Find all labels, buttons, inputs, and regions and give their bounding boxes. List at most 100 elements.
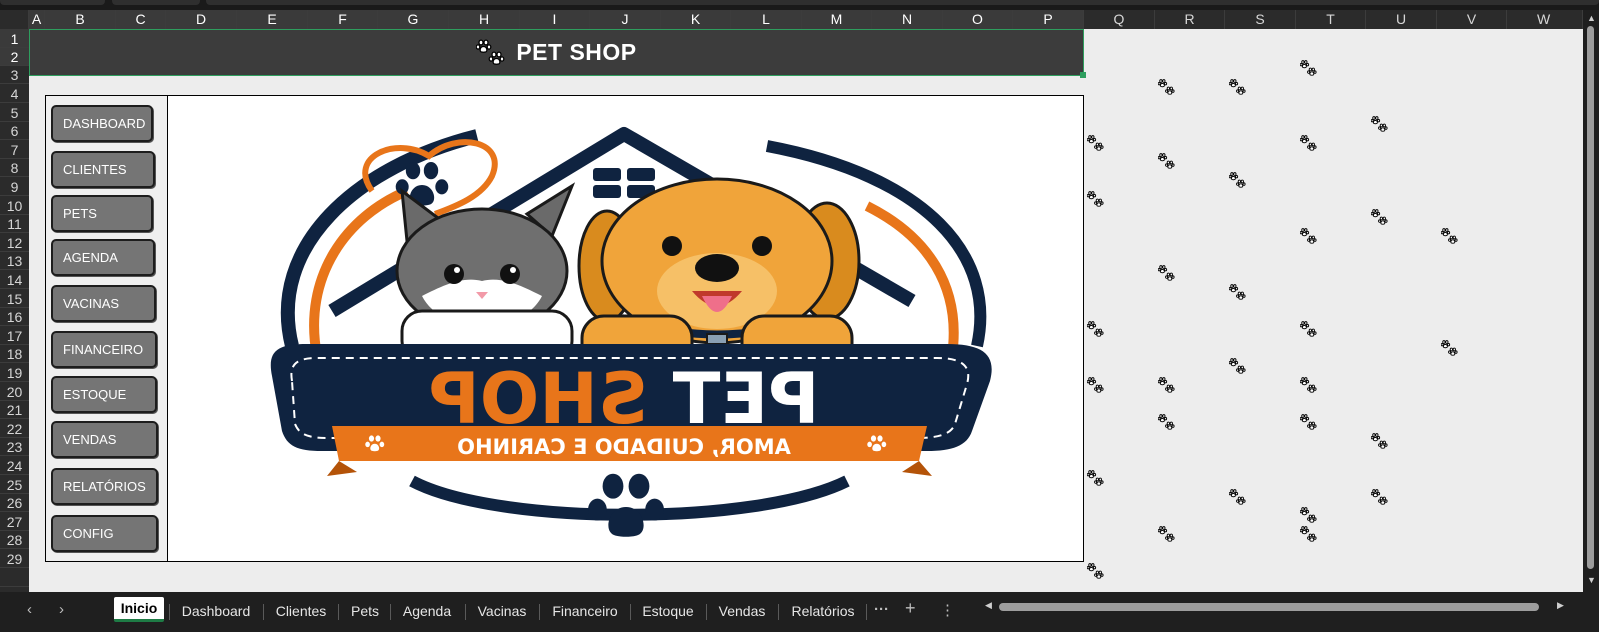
column-header[interactable]: U — [1366, 10, 1437, 29]
column-header[interactable]: H — [449, 10, 520, 29]
tab-agenda[interactable]: Agenda — [397, 599, 457, 623]
column-header[interactable]: T — [1296, 10, 1366, 29]
worksheet-grid[interactable]: PET SHOP DASHBOARD CLIENTES PETS AGENDA … — [29, 29, 1583, 592]
scroll-right-icon[interactable]: ▶ — [1557, 600, 1564, 611]
row-header[interactable]: 11 — [0, 215, 29, 233]
paw-icon — [1158, 414, 1175, 431]
row-header[interactable]: 24 — [0, 456, 29, 475]
row-header[interactable]: 5 — [0, 103, 29, 122]
nav-button-pets[interactable]: PETS — [51, 195, 153, 232]
row-header[interactable]: 9 — [0, 177, 29, 196]
column-header[interactable]: O — [943, 10, 1013, 29]
row-header[interactable]: 25 — [0, 475, 29, 494]
row-header[interactable]: 10 — [0, 196, 29, 215]
column-header[interactable]: R — [1155, 10, 1225, 29]
row-header[interactable]: 15 — [0, 289, 29, 308]
column-header[interactable]: E — [237, 10, 308, 29]
selection-fill-handle[interactable] — [1080, 72, 1086, 78]
row-header[interactable]: 28 — [0, 531, 29, 549]
logo-illustration: PET SHOP AMOR, CUIDADO E CARINHO — [270, 127, 992, 537]
nav-button-vacinas[interactable]: VACINAS — [51, 285, 156, 322]
tab-vacinas[interactable]: Vacinas — [472, 599, 532, 623]
column-header[interactable]: S — [1225, 10, 1296, 29]
tab-pets[interactable]: Pets — [346, 599, 384, 623]
select-all-corner[interactable] — [0, 10, 29, 29]
more-sheets-icon[interactable]: ··· — [874, 601, 889, 618]
row-header[interactable]: 12 — [0, 233, 29, 252]
next-sheet-icon[interactable]: › — [59, 601, 64, 618]
nav-button-financeiro[interactable]: FINANCEIRO — [51, 331, 157, 368]
row-header[interactable]: 23 — [0, 438, 29, 456]
column-header[interactable]: B — [45, 10, 116, 29]
nav-button-clientes[interactable]: CLIENTES — [51, 151, 155, 188]
row-header[interactable]: 18 — [0, 345, 29, 363]
row-header[interactable]: 21 — [0, 401, 29, 419]
column-header[interactable]: P — [1013, 10, 1084, 29]
row-header[interactable]: 1 — [0, 29, 29, 48]
row-header[interactable]: 3 — [0, 66, 29, 84]
column-header[interactable]: M — [802, 10, 872, 29]
vertical-scroll-thumb[interactable] — [1587, 26, 1594, 569]
column-header[interactable]: C — [116, 10, 166, 29]
nav-button-estoque[interactable]: ESTOQUE — [51, 376, 157, 413]
row-header[interactable]: 19 — [0, 363, 29, 382]
column-header[interactable]: D — [166, 10, 237, 29]
title-banner[interactable]: PET SHOP — [29, 29, 1084, 76]
nav-button-vendas[interactable]: VENDAS — [51, 421, 158, 458]
sheet-options-icon[interactable]: ⋮ — [940, 601, 955, 619]
paw-icon — [476, 38, 505, 65]
tab-financeiro[interactable]: Financeiro — [547, 599, 623, 623]
nav-button-agenda[interactable]: AGENDA — [51, 239, 155, 276]
column-header[interactable]: N — [872, 10, 943, 29]
row-header[interactable]: 26 — [0, 494, 29, 512]
row-header[interactable]: 29 — [0, 549, 29, 568]
column-header[interactable]: I — [520, 10, 590, 29]
row-header[interactable]: 22 — [0, 419, 29, 438]
add-sheet-icon[interactable]: + — [905, 598, 916, 619]
column-header[interactable]: Q — [1084, 10, 1155, 29]
tab-separator — [465, 604, 466, 620]
formula-bar-fragment — [206, 0, 1599, 5]
tab-vendas[interactable]: Vendas — [713, 599, 771, 623]
row-header[interactable]: 13 — [0, 252, 29, 270]
tab-dashboard[interactable]: Dashboard — [178, 599, 254, 623]
scroll-down-icon[interactable]: ▼ — [1587, 575, 1596, 585]
row-header[interactable]: 14 — [0, 270, 29, 289]
column-header[interactable]: K — [661, 10, 731, 29]
column-header[interactable]: W — [1507, 10, 1583, 29]
scroll-left-icon[interactable]: ◀ — [985, 600, 992, 611]
previous-sheet-icon[interactable]: ‹ — [27, 601, 32, 618]
column-header[interactable]: J — [590, 10, 661, 29]
paw-icon — [1441, 228, 1458, 245]
tab-estoque[interactable]: Estoque — [637, 599, 699, 623]
row-header[interactable]: 4 — [0, 84, 29, 103]
paw-icon — [1087, 321, 1104, 338]
row-header[interactable]: 16 — [0, 308, 29, 326]
scroll-up-icon[interactable]: ▲ — [1587, 13, 1596, 23]
column-header[interactable]: F — [308, 10, 378, 29]
paw-icon — [1158, 79, 1175, 96]
paw-icon — [1300, 135, 1317, 152]
row-header[interactable]: 6 — [0, 122, 29, 140]
paw-icon — [1087, 377, 1104, 394]
row-header[interactable]: 17 — [0, 326, 29, 345]
row-header[interactable]: 27 — [0, 512, 29, 531]
column-header[interactable]: L — [731, 10, 802, 29]
nav-button-config[interactable]: CONFIG — [51, 515, 158, 552]
row-header[interactable]: 7 — [0, 140, 29, 159]
column-header[interactable]: A — [29, 10, 45, 29]
row-header[interactable]: 2 — [0, 48, 29, 66]
horizontal-scroll-thumb[interactable] — [999, 603, 1539, 611]
column-header[interactable]: V — [1437, 10, 1507, 29]
nav-button-relatorios[interactable]: RELATÓRIOS — [51, 468, 158, 505]
row-header[interactable]: 8 — [0, 159, 29, 177]
tab-clientes[interactable]: Clientes — [271, 599, 331, 623]
column-header[interactable]: G — [378, 10, 449, 29]
horizontal-scrollbar[interactable]: ◀ ▶ — [985, 600, 1565, 613]
tab-relatorios[interactable]: Relatórios — [785, 599, 861, 623]
vertical-scrollbar[interactable]: ▲ ▼ — [1583, 10, 1599, 592]
tab-inicio[interactable]: Inicio — [114, 597, 164, 622]
paw-icon — [1371, 116, 1388, 133]
row-header[interactable]: 20 — [0, 382, 29, 401]
nav-button-dashboard[interactable]: DASHBOARD — [51, 105, 153, 142]
